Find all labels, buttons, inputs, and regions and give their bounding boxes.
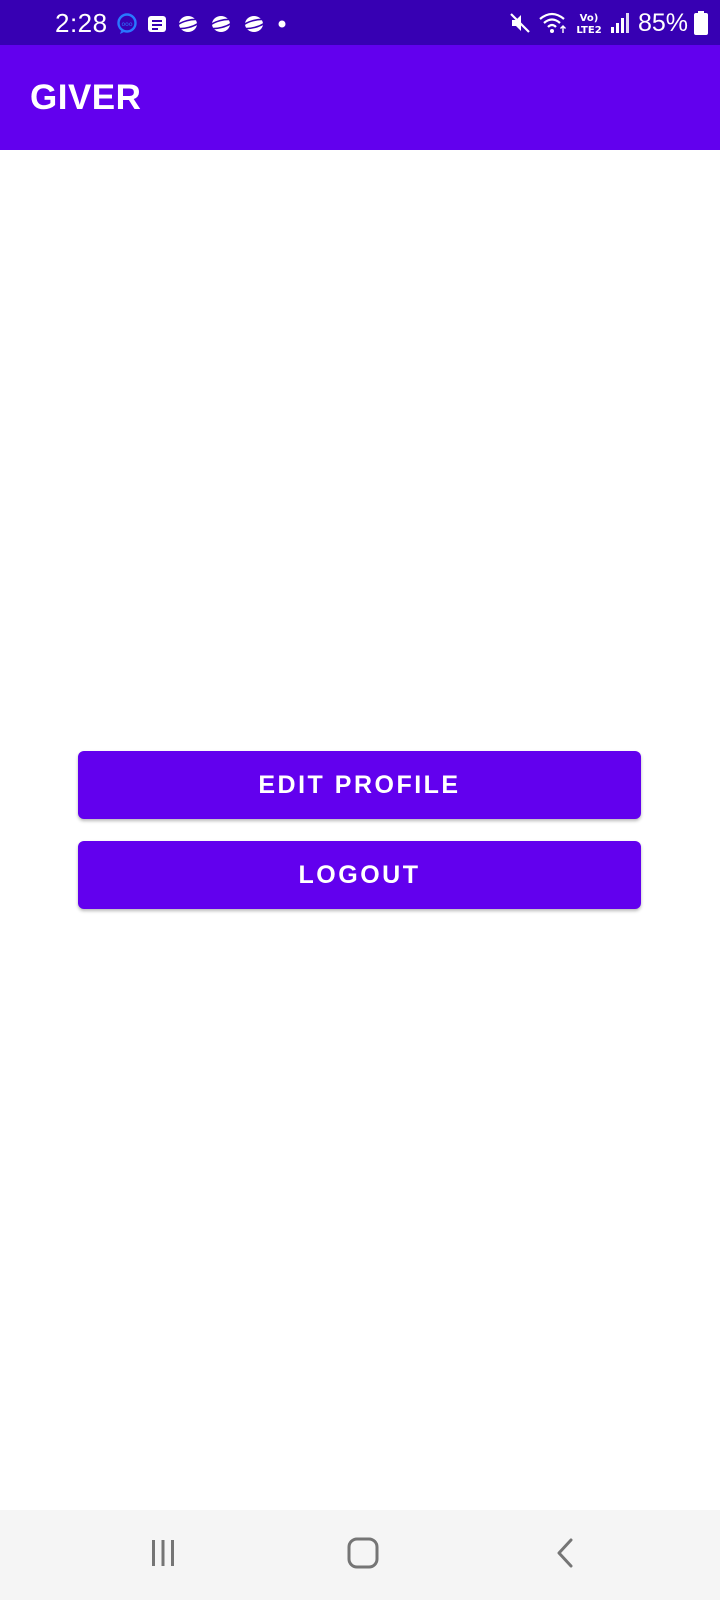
navigation-bar: [0, 1510, 720, 1600]
saturn-icon: [242, 14, 266, 34]
home-button[interactable]: [333, 1532, 393, 1578]
news-icon: [147, 14, 167, 34]
wifi-icon: [538, 11, 568, 35]
status-bar: 2:28 ooo Vo) LTE2 85%: [0, 0, 720, 45]
svg-text:ooo: ooo: [121, 21, 132, 28]
saturn-icon: [209, 14, 233, 34]
system-status-icons: Vo) LTE2 85%: [508, 10, 708, 36]
mute-icon: [508, 11, 532, 35]
page-title: GIVER: [30, 78, 142, 117]
battery-icon: [694, 11, 708, 35]
messenger-icon: ooo: [116, 13, 138, 35]
notification-icons: ooo: [116, 13, 289, 35]
signal-icon: [610, 12, 630, 34]
back-button[interactable]: [536, 1532, 596, 1578]
logout-button[interactable]: LOGOUT: [78, 841, 641, 909]
edit-profile-button[interactable]: EDIT PROFILE: [78, 751, 641, 819]
svg-text:Vo): Vo): [580, 13, 599, 24]
recents-button[interactable]: [133, 1532, 193, 1578]
dot-icon: [275, 17, 289, 31]
battery-percent: 85%: [637, 9, 688, 37]
back-icon: [553, 1536, 579, 1575]
status-time: 2:28: [55, 8, 108, 38]
volte-icon: Vo) LTE2: [574, 10, 604, 36]
recents-icon: [148, 1538, 178, 1573]
main-content: EDIT PROFILE LOGOUT: [0, 150, 720, 1510]
saturn-icon: [176, 14, 200, 34]
home-icon: [346, 1536, 380, 1575]
app-bar: GIVER: [0, 45, 720, 150]
svg-text:LTE2: LTE2: [576, 25, 601, 36]
